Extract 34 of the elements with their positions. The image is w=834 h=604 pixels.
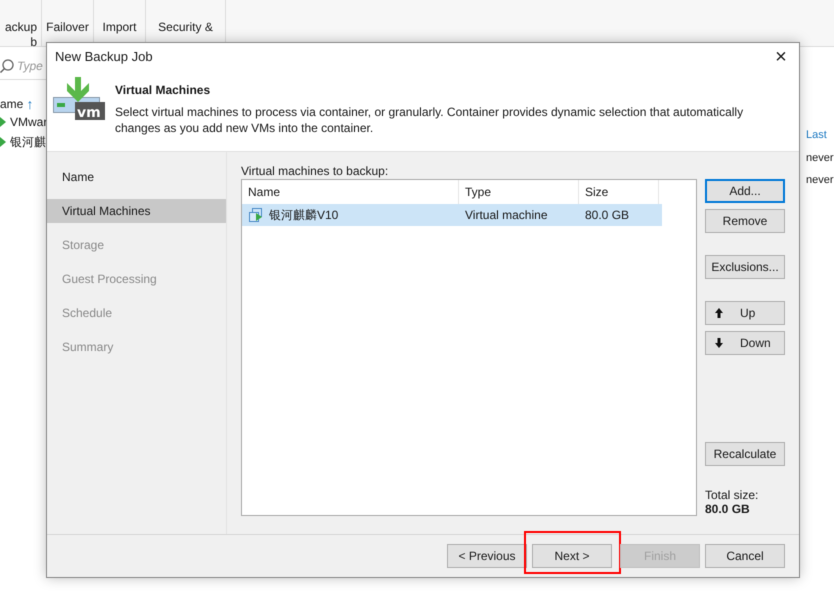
- side-button[interactable]: Recalculate: [705, 442, 785, 466]
- footer-button[interactable]: Cancel: [705, 544, 785, 568]
- close-button[interactable]: ×: [769, 45, 793, 69]
- search-icon: [0, 58, 14, 72]
- side-button[interactable]: Exclusions...: [705, 255, 785, 279]
- column-header[interactable]: ame: [0, 95, 24, 113]
- down-button[interactable]: Down: [705, 331, 785, 355]
- wizard-step[interactable]: Virtual Machines: [47, 199, 226, 223]
- up-arrow-icon: [714, 307, 724, 319]
- total-size-value: 80.0 GB: [705, 502, 751, 516]
- page-description: Select virtual machines to process via container, or granularly. Container provides dynamic selection that automatically changes as you add new VMs into the container.: [115, 104, 744, 136]
- section-label: Virtual machines to backup:: [241, 163, 390, 178]
- total-size-label: Total size:: [705, 488, 760, 502]
- up-button[interactable]: Up: [705, 301, 785, 325]
- table-cell-text: 80.0 GB: [585, 207, 630, 224]
- window-title: New Backup Job: [55, 48, 153, 66]
- wizard-step[interactable]: Name: [47, 165, 226, 189]
- list-item[interactable]: VMwar: [10, 113, 48, 131]
- table-row[interactable]: 银河麒麟V10 Virtual machine 80.0 GB: [242, 204, 662, 226]
- list-item[interactable]: 银河麒: [10, 133, 46, 151]
- page-title: Virtual Machines: [115, 82, 212, 99]
- sort-arrow-icon: ↑: [26, 94, 34, 114]
- column-header[interactable]: Last: [806, 127, 834, 144]
- search-field[interactable]: Type: [17, 56, 57, 74]
- down-arrow-icon: [714, 337, 724, 349]
- side-button[interactable]: Remove: [705, 209, 785, 233]
- footer-button[interactable]: Next >: [532, 544, 612, 568]
- footer-button[interactable]: < Previous: [447, 544, 527, 568]
- side-button[interactable]: Add...: [705, 179, 785, 203]
- table-cell-text: Virtual machine: [465, 207, 548, 224]
- table-cell-text: never: [806, 150, 834, 166]
- toolbar-button[interactable]: ackup b: [0, 0, 42, 46]
- table-cell-text: never: [806, 173, 834, 188]
- table-cell-text: 银河麒麟V10: [269, 207, 338, 224]
